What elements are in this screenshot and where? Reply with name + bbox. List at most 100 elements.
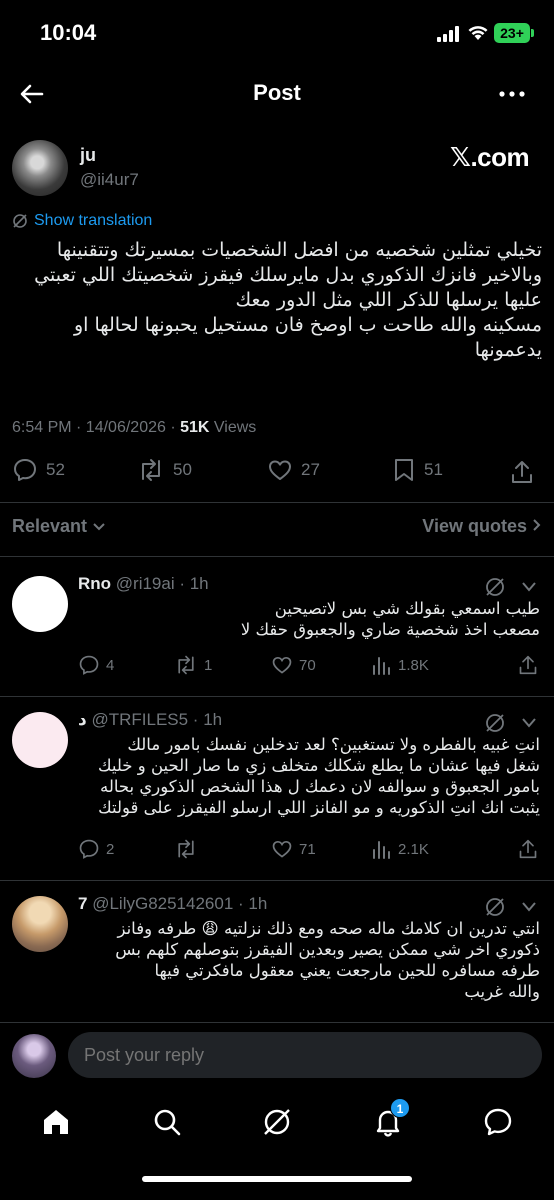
reply-like-button[interactable]: 71	[271, 838, 316, 860]
views-bar-chart-icon	[373, 841, 390, 859]
reply-input[interactable]	[68, 1032, 542, 1078]
reply-author-name[interactable]: Rno	[78, 574, 111, 593]
cellular-signal-icon	[437, 26, 459, 42]
repost-icon	[178, 655, 194, 675]
repost-count: 1	[204, 656, 213, 674]
battery-indicator: 23+	[494, 23, 534, 43]
post-text-line: وبالاخير فانزك الذكوري بدل مايرسلك فيقرز…	[34, 264, 542, 286]
reply-repost-button[interactable]	[174, 838, 204, 860]
reply-author-handle[interactable]: @TRFILES5 · 1h	[91, 710, 222, 729]
more-options-icon[interactable]	[498, 82, 526, 106]
reply-icon	[79, 655, 99, 675]
search-icon[interactable]	[151, 1106, 183, 1138]
post-body: تخيلي تمثلين شخصيه من افضل الشخصيات بمسي…	[12, 238, 542, 363]
repost-icon	[142, 459, 160, 481]
reply-count: 52	[46, 460, 65, 479]
reply-like-button[interactable]: 70	[271, 654, 316, 676]
divider	[0, 556, 554, 557]
notifications-tab[interactable]: 1	[372, 1098, 410, 1138]
reply-item[interactable]: 7 @LilyG825142601 · 1h انتي تدرين ان كلا…	[0, 894, 554, 1018]
reply-views-button[interactable]: 1.8K	[370, 654, 429, 676]
like-count: 71	[299, 840, 316, 858]
source-label: 𝕏.com	[450, 142, 530, 172]
reply-actions: 4 1 70 1.8K	[78, 654, 540, 678]
chevron-down-icon[interactable]	[520, 580, 538, 594]
reply-author-name[interactable]: د	[78, 710, 87, 729]
view-quotes-link[interactable]: View quotes	[422, 516, 542, 537]
share-icon[interactable]	[518, 654, 538, 676]
share-icon[interactable]	[518, 838, 538, 860]
reply-button[interactable]: 52	[12, 457, 65, 483]
view-quotes-label: View quotes	[422, 516, 527, 536]
views-bar-chart-icon	[373, 657, 390, 675]
reply-icon	[14, 459, 36, 481]
post-text-line: مسكينه والله طاحت ب اوصخ فان مستحيل يحبو…	[73, 314, 542, 336]
reply-item[interactable]: Rno @ri19ai · 1h طيب اسمعي بقولك شي بس ل…	[0, 574, 554, 688]
reply-text: طيب اسمعي بقولك شي بس لاتصيحين مصعب اخذ …	[78, 598, 540, 640]
home-icon[interactable]	[40, 1106, 72, 1138]
grok-icon[interactable]	[261, 1106, 293, 1138]
reply-item[interactable]: د @TRFILES5 · 1h انتِ غبيه بالفطره ولا ت…	[0, 710, 554, 870]
reply-actions: 2 71 2.1K	[78, 838, 540, 862]
divider	[0, 1022, 554, 1023]
replies-sort-bar: Relevant View quotes	[0, 512, 554, 542]
grok-icon[interactable]	[484, 576, 506, 598]
bookmark-button[interactable]: 51	[392, 457, 443, 483]
repost-button[interactable]: 50	[137, 457, 192, 483]
status-time: 10:04	[40, 20, 97, 45]
reply-text-line: ذكوري اخر شي ممكن يصير وبعدين الفيقرز بت…	[115, 940, 540, 959]
like-count: 70	[299, 656, 316, 674]
divider	[0, 696, 554, 697]
author-name[interactable]: ju	[80, 145, 96, 166]
repost-count: 50	[173, 460, 192, 479]
views-label: Views	[209, 419, 257, 436]
show-translation-label: Show translation	[34, 212, 153, 229]
chevron-down-icon[interactable]	[520, 900, 538, 914]
reply-avatar[interactable]	[12, 712, 68, 768]
bottom-tab-bar: 1	[0, 1096, 554, 1156]
grok-icon[interactable]	[484, 712, 506, 734]
reply-views-button[interactable]: 2.1K	[370, 838, 429, 860]
reply-count: 2	[106, 840, 115, 858]
chevron-down-icon[interactable]	[520, 716, 538, 730]
reply-icon	[79, 839, 99, 859]
like-count: 27	[301, 460, 320, 479]
post-meta: 6:54 PM · 14/06/2026 · 51K Views	[12, 419, 256, 437]
post-text-line: عليها يرسلها للذكر اللي مثل الدور معك	[235, 289, 543, 311]
reply-header: 7 @LilyG825142601 · 1h	[78, 894, 267, 914]
grok-icon[interactable]	[484, 896, 506, 918]
like-button[interactable]: 27	[267, 457, 320, 483]
messages-icon[interactable]	[482, 1106, 514, 1138]
repost-icon	[178, 839, 194, 859]
reply-text-line: انتي تدرين ان كلامك ماله صحه ومع ذلك نزل…	[117, 919, 540, 938]
heart-icon	[269, 460, 291, 480]
reply-text-line: شغل فيها عشان ما يطلع شكلك متخلف زي ما ص…	[97, 756, 540, 775]
bookmark-count: 51	[424, 460, 443, 479]
post-timestamp: 6:54 PM · 14/06/2026 ·	[12, 419, 181, 436]
reply-avatar[interactable]	[12, 576, 68, 632]
page-title: Post	[253, 80, 301, 105]
divider	[0, 880, 554, 881]
reply-author-handle[interactable]: @LilyG825142601 · 1h	[92, 894, 267, 913]
reply-text: انتي تدرين ان كلامك ماله صحه ومع ذلك نزل…	[78, 918, 540, 1002]
home-indicator	[142, 1176, 412, 1182]
reply-repost-button[interactable]: 1	[174, 654, 212, 676]
share-icon[interactable]	[510, 459, 534, 485]
reply-reply-button[interactable]: 4	[78, 654, 114, 676]
reply-author-handle[interactable]: @ri19ai · 1h	[116, 574, 209, 593]
reply-author-name[interactable]: 7	[78, 894, 87, 913]
grok-icon	[13, 214, 27, 228]
author-handle[interactable]: @ii4ur7	[80, 170, 139, 190]
author-avatar[interactable]	[12, 140, 68, 196]
show-translation-link[interactable]: Show translation	[12, 212, 152, 230]
reply-reply-button[interactable]: 2	[78, 838, 114, 860]
reply-composer	[0, 1026, 554, 1088]
reply-text-line: مصعب اخذ شخصية ضاري والجعبوق حقك لا	[240, 620, 540, 639]
post-actions: 52 50 27 51	[0, 457, 554, 489]
reply-avatar[interactable]	[12, 896, 68, 952]
sort-relevant-dropdown[interactable]: Relevant	[12, 516, 106, 537]
current-user-avatar[interactable]	[12, 1034, 56, 1078]
status-bar: 10:04 23+	[0, 0, 554, 66]
reply-text-line: طيب اسمعي بقولك شي بس لاتصيحين	[274, 599, 540, 618]
notifications-badge: 1	[390, 1098, 410, 1118]
